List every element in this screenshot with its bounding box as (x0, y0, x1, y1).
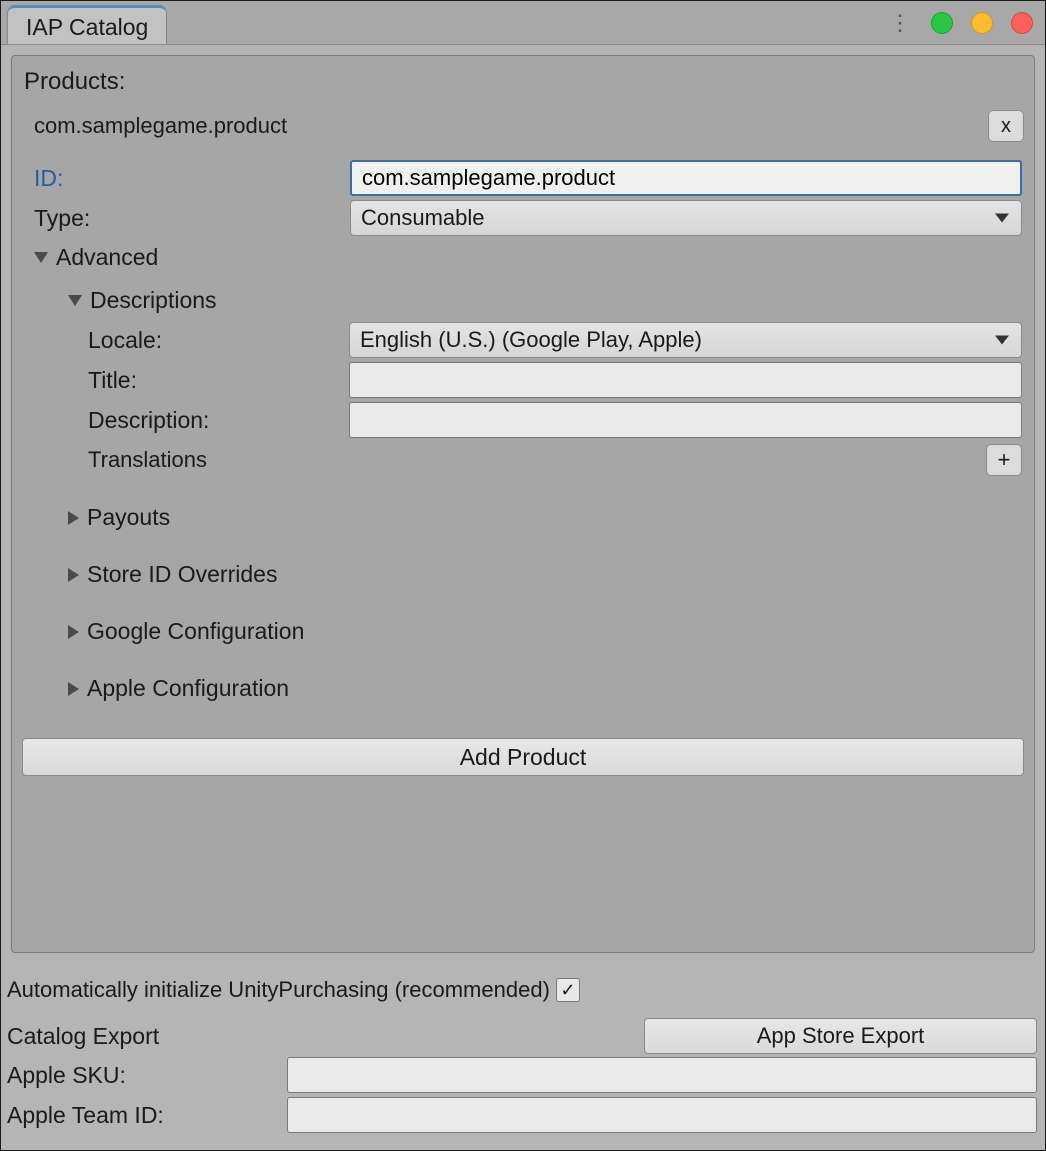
store-id-overrides-label: Store ID Overrides (87, 561, 277, 588)
payouts-foldout[interactable]: Payouts (20, 496, 1026, 539)
title-row: Title: (20, 360, 1026, 400)
descriptions-label: Descriptions (90, 287, 217, 314)
app-store-export-label: App Store Export (757, 1023, 925, 1049)
locale-label: Locale: (88, 327, 349, 354)
description-label: Description: (88, 407, 349, 434)
google-config-label: Google Configuration (87, 618, 304, 645)
maximize-icon[interactable] (971, 12, 993, 34)
chevron-right-icon (68, 511, 79, 525)
title-label: Title: (88, 367, 349, 394)
title-input[interactable] (349, 362, 1022, 398)
id-input[interactable] (350, 160, 1022, 196)
tab-iap-catalog[interactable]: IAP Catalog (7, 5, 167, 44)
apple-config-foldout[interactable]: Apple Configuration (20, 667, 1026, 710)
locale-row: Locale: English (U.S.) (Google Play, App… (20, 320, 1026, 360)
auto-init-row: Automatically initialize UnityPurchasing… (7, 971, 1039, 1009)
description-row: Description: (20, 400, 1026, 440)
translations-row: Translations + (20, 440, 1026, 480)
product-id-heading: com.samplegame.product (34, 113, 287, 139)
payouts-label: Payouts (87, 504, 170, 531)
google-config-foldout[interactable]: Google Configuration (20, 610, 1026, 653)
catalog-export-label: Catalog Export (7, 1023, 644, 1050)
add-product-button[interactable]: Add Product (22, 738, 1024, 776)
auto-init-label: Automatically initialize UnityPurchasing… (7, 977, 550, 1003)
apple-sku-input[interactable] (287, 1057, 1037, 1093)
id-row: ID: (20, 158, 1026, 198)
apple-sku-row: Apple SKU: (7, 1055, 1039, 1095)
minimize-icon[interactable] (931, 12, 953, 34)
kebab-icon[interactable]: ⋮ (889, 10, 909, 36)
id-label: ID: (34, 165, 350, 192)
add-translation-button[interactable]: + (986, 444, 1022, 476)
app-store-export-button[interactable]: App Store Export (644, 1018, 1037, 1054)
locale-select-value: English (U.S.) (Google Play, Apple) (360, 327, 702, 353)
descriptions-foldout[interactable]: Descriptions (20, 277, 1026, 320)
locale-select[interactable]: English (U.S.) (Google Play, Apple) (349, 322, 1022, 358)
tab-label: IAP Catalog (26, 14, 148, 41)
chevron-down-icon (68, 295, 82, 306)
description-input[interactable] (349, 402, 1022, 438)
apple-team-id-row: Apple Team ID: (7, 1095, 1039, 1135)
apple-team-id-input[interactable] (287, 1097, 1037, 1133)
store-id-overrides-foldout[interactable]: Store ID Overrides (20, 553, 1026, 596)
type-select[interactable]: Consumable (350, 200, 1022, 236)
catalog-export-row: Catalog Export App Store Export (7, 1017, 1039, 1055)
products-heading: Products: (20, 68, 1026, 96)
products-panel: Products: com.samplegame.product x ID: T… (11, 55, 1035, 953)
chevron-right-icon (68, 568, 79, 582)
apple-team-id-label: Apple Team ID: (7, 1102, 287, 1129)
close-window-icon[interactable] (1011, 12, 1033, 34)
add-product-label: Add Product (460, 744, 587, 771)
advanced-foldout[interactable]: Advanced (20, 238, 1026, 277)
type-label: Type: (34, 205, 350, 232)
translations-label: Translations (88, 447, 207, 473)
checkmark-icon: ✓ (560, 981, 575, 999)
titlebar: IAP Catalog ⋮ (1, 1, 1045, 45)
chevron-right-icon (68, 625, 79, 639)
auto-init-checkbox[interactable]: ✓ (556, 978, 580, 1002)
chevron-down-icon (34, 252, 48, 263)
remove-product-button[interactable]: x (988, 110, 1024, 142)
plus-icon: + (998, 447, 1011, 473)
chevron-right-icon (68, 682, 79, 696)
apple-sku-label: Apple SKU: (7, 1062, 287, 1089)
type-select-value: Consumable (361, 205, 485, 231)
advanced-label: Advanced (56, 244, 158, 271)
product-header-row: com.samplegame.product x (20, 110, 1026, 142)
apple-config-label: Apple Configuration (87, 675, 289, 702)
close-icon: x (1001, 115, 1011, 138)
footer: Automatically initialize UnityPurchasing… (1, 963, 1045, 1141)
type-row: Type: Consumable (20, 198, 1026, 238)
window-controls: ⋮ (889, 10, 1033, 36)
